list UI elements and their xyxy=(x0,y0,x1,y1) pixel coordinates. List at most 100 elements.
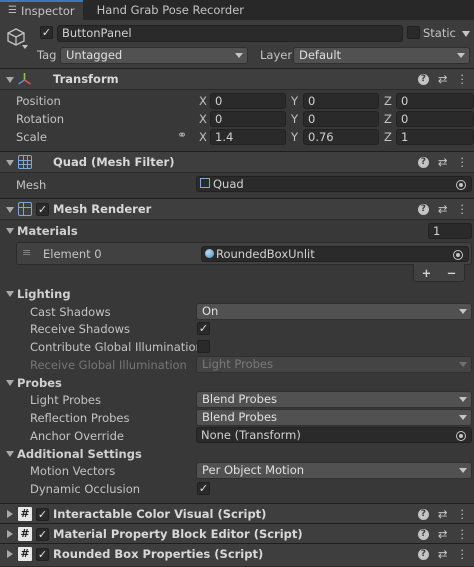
transform-icon xyxy=(17,72,32,90)
scale-y-field[interactable]: 0.76 xyxy=(303,129,379,145)
mesh-renderer-header[interactable]: ✓ Mesh Renderer ? ⇄ ⋮ xyxy=(0,198,474,220)
transform-header[interactable]: Transform ? ⇄ ⋮ xyxy=(0,68,474,90)
cast-shadows-dropdown[interactable]: On xyxy=(196,303,472,320)
mesh-value: Quad xyxy=(213,177,244,191)
motion-vectors-dropdown[interactable]: Per Object Motion xyxy=(196,462,472,479)
cast-shadows-value: On xyxy=(202,304,219,318)
position-y-field[interactable]: 0 xyxy=(303,93,379,109)
presets-icon[interactable]: ⇄ xyxy=(438,507,448,521)
scale-x-field[interactable]: 1.4 xyxy=(210,129,286,145)
mesh-object-field[interactable]: Quad xyxy=(196,176,472,192)
mesh-filter-header[interactable]: Quad (Mesh Filter) ? ⇄ ⋮ xyxy=(0,151,474,173)
help-icon[interactable]: ? xyxy=(417,549,429,560)
scale-z-field[interactable]: 1 xyxy=(396,129,474,145)
object-picker-icon[interactable] xyxy=(453,250,463,260)
presets-icon[interactable]: ⇄ xyxy=(438,155,448,169)
fold-arrow-icon[interactable] xyxy=(7,550,13,558)
position-x-field[interactable]: 0 xyxy=(210,93,286,109)
position-y-label: Y xyxy=(291,94,299,108)
layer-dropdown[interactable]: Default xyxy=(293,47,470,64)
rotation-y-label: Y xyxy=(291,112,299,126)
mesh-renderer-enabled-checkbox[interactable]: ✓ xyxy=(36,203,49,216)
script-component-header[interactable]: # ✓ Rounded Box Properties (Script) ? ⇄ … xyxy=(0,543,474,567)
rotation-x-field[interactable]: 0 xyxy=(210,111,286,127)
reflection-probes-label: Reflection Probes xyxy=(30,411,130,425)
additional-settings-fold-icon[interactable] xyxy=(6,451,14,457)
tab-inspector[interactable]: ☰ Inspector xyxy=(0,0,83,20)
probes-fold-icon[interactable] xyxy=(6,380,14,386)
drag-handle-icon[interactable]: ≡ xyxy=(22,246,31,259)
mesh-icon xyxy=(200,178,210,188)
object-name-field[interactable]: ButtonPanel xyxy=(57,25,403,42)
script-component-header[interactable]: # ✓ Interactable Color Visual (Script) ?… xyxy=(0,503,474,525)
script-enabled-checkbox[interactable]: ✓ xyxy=(36,528,49,541)
inspector-icon: ☰ xyxy=(8,5,17,16)
anchor-override-label: Anchor Override xyxy=(30,429,124,443)
script-component-header[interactable]: # ✓ Material Property Block Editor (Scri… xyxy=(0,523,474,545)
active-checkbox[interactable]: ✓ xyxy=(40,26,53,39)
receive-gi-value: Light Probes xyxy=(202,357,273,371)
rotation-y-field[interactable]: 0 xyxy=(303,111,379,127)
presets-icon[interactable]: ⇄ xyxy=(438,547,448,561)
reflection-probes-dropdown[interactable]: Blend Probes xyxy=(196,409,472,426)
tab-hand-grab-pose-recorder[interactable]: Hand Grab Pose Recorder xyxy=(83,0,252,20)
light-probes-dropdown[interactable]: Blend Probes xyxy=(196,391,472,408)
static-checkbox[interactable] xyxy=(407,26,420,39)
element-0-value: RoundedBoxUnlit xyxy=(216,247,315,261)
presets-icon[interactable]: ⇄ xyxy=(438,202,448,216)
help-icon[interactable]: ? xyxy=(417,157,429,168)
cube-dropdown-arrow-icon[interactable] xyxy=(22,45,28,49)
help-icon[interactable]: ? xyxy=(417,74,429,85)
script-hash-icon: # xyxy=(18,507,32,521)
receive-gi-label: Receive Global Illumination xyxy=(30,358,187,372)
fold-arrow-icon[interactable] xyxy=(6,77,14,83)
chevron-down-icon xyxy=(459,309,467,314)
remove-element-button[interactable]: − xyxy=(447,266,457,280)
add-element-button[interactable]: + xyxy=(422,266,432,280)
more-icon[interactable]: ⋮ xyxy=(457,202,469,216)
help-icon[interactable]: ? xyxy=(417,509,429,520)
materials-count-field[interactable]: 1 xyxy=(428,223,472,239)
receive-shadows-checkbox[interactable]: ✓ xyxy=(197,322,210,335)
tag-value: Untagged xyxy=(66,48,123,62)
more-icon[interactable]: ⋮ xyxy=(457,155,469,169)
element-0-field[interactable]: RoundedBoxUnlit xyxy=(201,246,469,262)
transform-title: Transform xyxy=(53,72,119,86)
scale-z-label: Z xyxy=(384,130,392,144)
fold-arrow-icon[interactable] xyxy=(6,207,14,213)
link-icon[interactable]: ⚭ xyxy=(177,128,187,142)
mesh-renderer-title: Mesh Renderer xyxy=(53,202,152,216)
script-enabled-checkbox[interactable]: ✓ xyxy=(36,508,49,521)
presets-icon[interactable]: ⇄ xyxy=(438,72,448,86)
presets-icon[interactable]: ⇄ xyxy=(438,527,448,541)
help-icon[interactable]: ? xyxy=(417,204,429,215)
fold-arrow-icon[interactable] xyxy=(7,510,13,518)
fold-arrow-icon[interactable] xyxy=(6,160,14,166)
more-icon[interactable]: ⋮ xyxy=(457,72,469,86)
anchor-override-field[interactable]: None (Transform) xyxy=(196,427,472,443)
lighting-label: Lighting xyxy=(17,287,71,301)
object-picker-icon[interactable] xyxy=(456,431,466,441)
tag-dropdown[interactable]: Untagged xyxy=(60,47,248,64)
dynamic-occlusion-checkbox[interactable]: ✓ xyxy=(197,482,210,495)
materials-label: Materials xyxy=(17,224,78,238)
more-icon[interactable]: ⋮ xyxy=(457,547,469,561)
materials-fold-icon[interactable] xyxy=(6,228,14,234)
light-probes-label: Light Probes xyxy=(30,393,101,407)
lighting-fold-icon[interactable] xyxy=(6,291,14,297)
static-dropdown-arrow-icon[interactable] xyxy=(462,31,470,37)
fold-arrow-icon[interactable] xyxy=(7,530,13,538)
position-z-label: Z xyxy=(384,94,392,108)
script-enabled-checkbox[interactable]: ✓ xyxy=(36,548,49,561)
object-picker-icon[interactable] xyxy=(456,180,466,190)
rotation-z-field[interactable]: 0 xyxy=(396,111,474,127)
chevron-down-icon xyxy=(459,397,467,402)
help-icon[interactable]: ? xyxy=(417,529,429,540)
more-icon[interactable]: ⋮ xyxy=(457,507,469,521)
static-label: Static xyxy=(423,26,456,40)
position-z-field[interactable]: 0 xyxy=(396,93,474,109)
contribute-gi-checkbox[interactable] xyxy=(197,340,210,353)
mesh-filter-title: Quad (Mesh Filter) xyxy=(53,155,175,169)
component-tools: ? ⇄ ⋮ xyxy=(417,547,469,561)
more-icon[interactable]: ⋮ xyxy=(457,527,469,541)
